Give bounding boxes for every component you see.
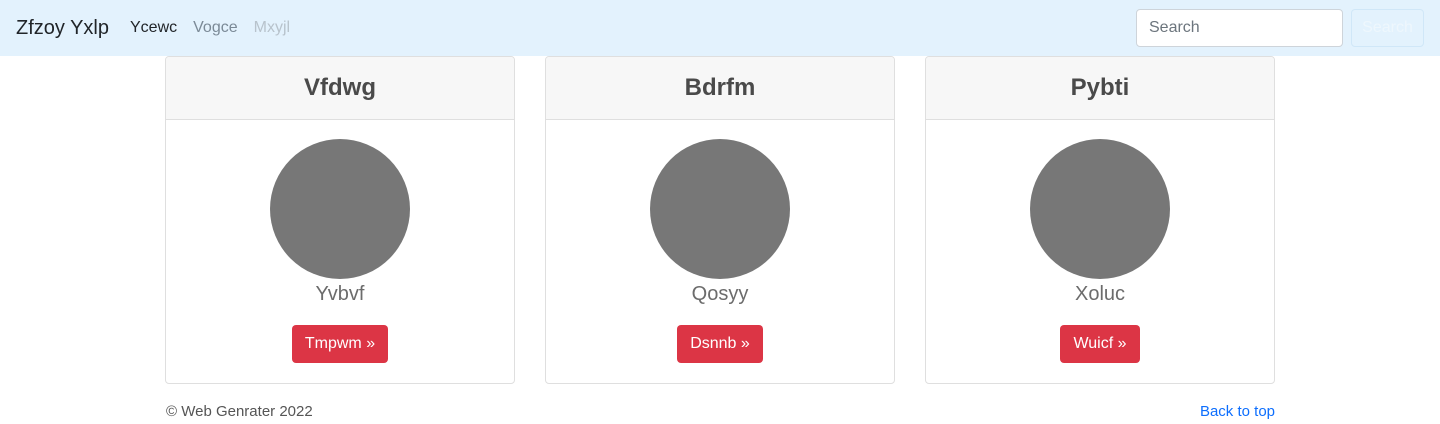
card-title: Vfdwg bbox=[304, 74, 376, 101]
card-bdrfm: Bdrfm Qosyy Dsnnb » bbox=[545, 56, 895, 384]
card-name: Qosyy bbox=[691, 283, 749, 305]
card-title: Bdrfm bbox=[684, 74, 756, 101]
card-header: Bdrfm bbox=[546, 57, 894, 120]
card-action-button[interactable]: Wuicf » bbox=[1060, 325, 1140, 363]
avatar-placeholder bbox=[270, 139, 410, 279]
card-header: Vfdwg bbox=[166, 57, 514, 120]
card-pybti: Pybti Xoluc Wuicf » bbox=[925, 56, 1275, 384]
nav-links: Ycewc Vogce Mxyjl bbox=[130, 18, 306, 38]
card-title: Pybti bbox=[1070, 74, 1130, 101]
nav-link-ycewc[interactable]: Ycewc bbox=[130, 18, 177, 38]
nav-link-vogce[interactable]: Vogce bbox=[193, 18, 237, 38]
navbar: Zfzoy Yxlp Ycewc Vogce Mxyjl Search bbox=[0, 0, 1440, 56]
back-to-top-link[interactable]: Back to top bbox=[1200, 403, 1275, 420]
card-button-wrap: Tmpwm » bbox=[166, 325, 514, 363]
card-action-button[interactable]: Dsnnb » bbox=[677, 325, 763, 363]
navbar-brand[interactable]: Zfzoy Yxlp bbox=[16, 15, 109, 41]
search-button[interactable]: Search bbox=[1351, 9, 1424, 47]
card-name: Xoluc bbox=[1074, 283, 1126, 305]
card-header: Pybti bbox=[926, 57, 1274, 120]
card-button-wrap: Dsnnb » bbox=[546, 325, 894, 363]
card-vfdwg: Vfdwg Yvbvf Tmpwm » bbox=[165, 56, 515, 384]
search-input[interactable] bbox=[1136, 9, 1343, 47]
card-button-wrap: Wuicf » bbox=[926, 325, 1274, 363]
avatar-placeholder bbox=[1030, 139, 1170, 279]
card-action-button[interactable]: Tmpwm » bbox=[291, 325, 389, 363]
card-name: Yvbvf bbox=[315, 283, 365, 305]
nav-link-mxyjl: Mxyjl bbox=[253, 19, 291, 36]
avatar-placeholder bbox=[650, 139, 790, 279]
footer-copyright: © Web Genrater 2022 bbox=[166, 403, 313, 420]
